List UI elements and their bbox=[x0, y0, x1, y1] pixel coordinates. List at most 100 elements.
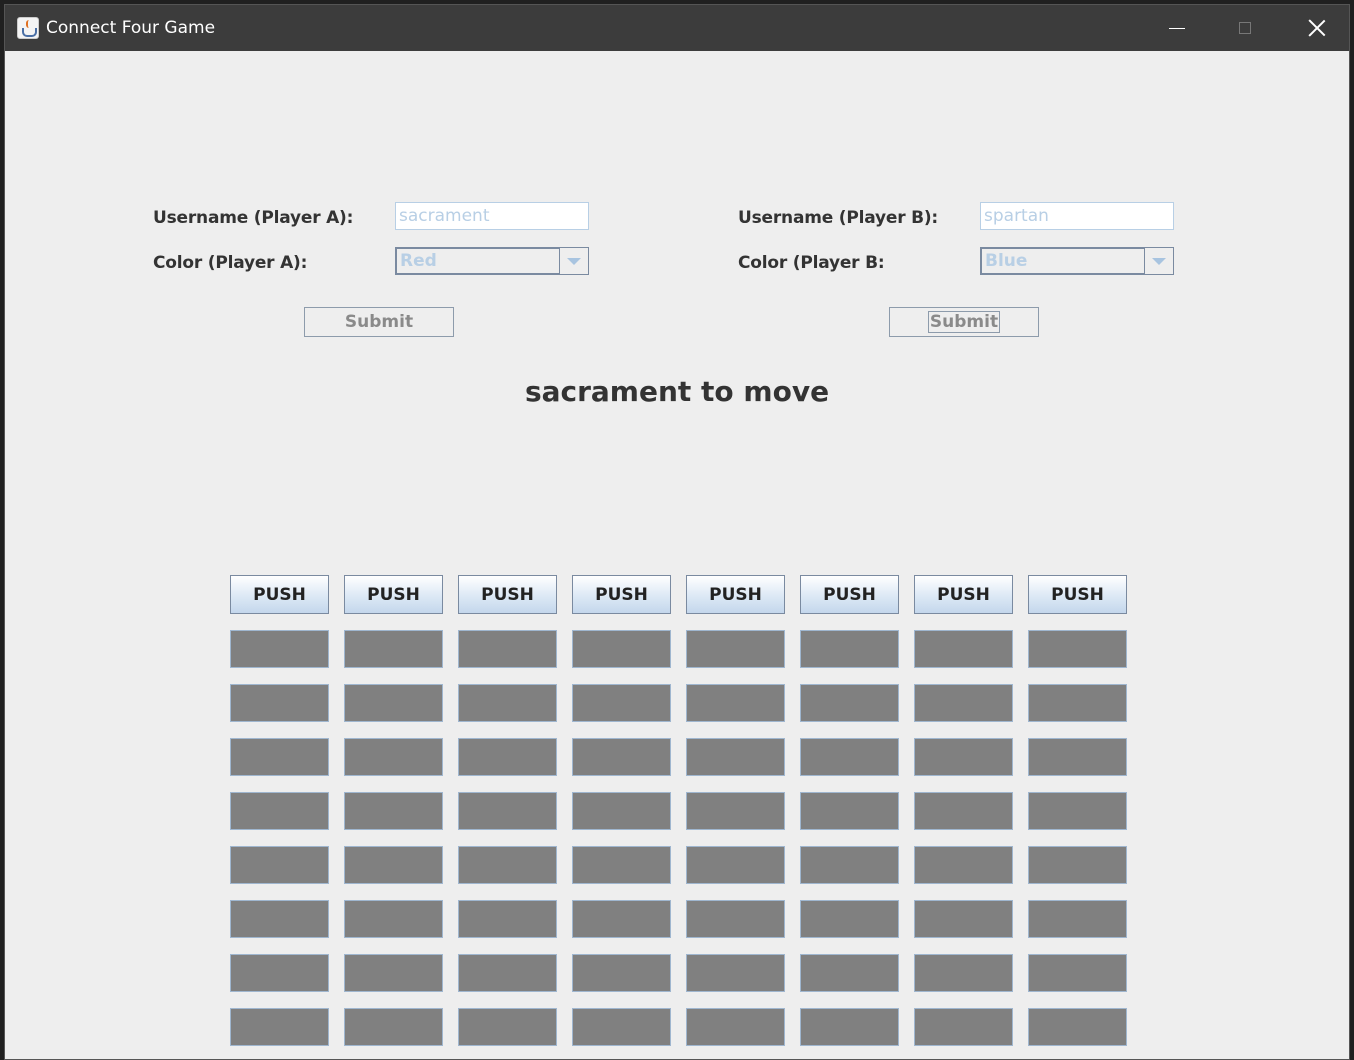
username-b-field[interactable]: spartan bbox=[980, 202, 1174, 230]
board-cell bbox=[686, 630, 785, 668]
color-b-dropdown-button[interactable] bbox=[1145, 248, 1173, 274]
board-cell bbox=[572, 1008, 671, 1046]
board-cell bbox=[686, 900, 785, 938]
username-a-field[interactable]: sacrament bbox=[395, 202, 589, 230]
push-button-col-4[interactable]: PUSH bbox=[572, 575, 671, 614]
color-a-value: Red bbox=[396, 248, 560, 274]
java-cup-icon bbox=[17, 17, 39, 39]
username-a-label: Username (Player A): bbox=[153, 208, 354, 228]
board-cell bbox=[1028, 630, 1127, 668]
submit-b-label: Submit bbox=[927, 311, 1001, 333]
board-cell bbox=[458, 900, 557, 938]
board-cell bbox=[914, 1008, 1013, 1046]
push-button-col-8[interactable]: PUSH bbox=[1028, 575, 1127, 614]
board-cell bbox=[344, 792, 443, 830]
submit-a-label: Submit bbox=[344, 312, 414, 332]
board-cell bbox=[1028, 792, 1127, 830]
close-button[interactable] bbox=[1283, 5, 1349, 51]
color-b-value: Blue bbox=[981, 248, 1145, 274]
minimize-button[interactable] bbox=[1143, 5, 1211, 51]
color-a-select[interactable]: Red bbox=[395, 247, 589, 275]
color-b-select[interactable]: Blue bbox=[980, 247, 1174, 275]
push-button-col-7[interactable]: PUSH bbox=[914, 575, 1013, 614]
board-cell bbox=[800, 792, 899, 830]
board-cell bbox=[800, 630, 899, 668]
board-cell bbox=[458, 954, 557, 992]
board-cell bbox=[344, 900, 443, 938]
board-cell bbox=[914, 630, 1013, 668]
board-cell bbox=[572, 954, 671, 992]
board-cell bbox=[914, 684, 1013, 722]
board-cell bbox=[458, 846, 557, 884]
chevron-down-icon bbox=[567, 257, 581, 265]
board-cell bbox=[686, 846, 785, 884]
submit-a-button[interactable]: Submit bbox=[304, 307, 454, 337]
board-cell bbox=[230, 738, 329, 776]
board-cell bbox=[458, 738, 557, 776]
board-cell bbox=[686, 954, 785, 992]
board-cell bbox=[344, 630, 443, 668]
board-cell bbox=[914, 738, 1013, 776]
board-cell bbox=[344, 954, 443, 992]
turn-status: sacrament to move bbox=[524, 375, 830, 408]
board-cell bbox=[458, 630, 557, 668]
color-b-label: Color (Player B: bbox=[738, 253, 885, 273]
username-b-label: Username (Player B): bbox=[738, 208, 939, 228]
board-cell bbox=[800, 954, 899, 992]
board-cell bbox=[914, 846, 1013, 884]
board-cell bbox=[686, 1008, 785, 1046]
board-cell bbox=[1028, 738, 1127, 776]
board-cell bbox=[344, 738, 443, 776]
board-cell bbox=[572, 792, 671, 830]
push-button-col-1[interactable]: PUSH bbox=[230, 575, 329, 614]
board-cell bbox=[1028, 954, 1127, 992]
window-title: Connect Four Game bbox=[46, 18, 216, 38]
board-cell bbox=[686, 792, 785, 830]
board-cell bbox=[458, 684, 557, 722]
board-cell bbox=[914, 792, 1013, 830]
board-cell bbox=[800, 684, 899, 722]
board-cell bbox=[572, 846, 671, 884]
close-icon bbox=[1308, 19, 1326, 37]
board-cell bbox=[458, 1008, 557, 1046]
board-cell bbox=[458, 792, 557, 830]
maximize-icon bbox=[1239, 22, 1251, 34]
board-cell bbox=[230, 1008, 329, 1046]
board-cell bbox=[344, 684, 443, 722]
board-cell bbox=[344, 1008, 443, 1046]
board-cell bbox=[230, 630, 329, 668]
board-cell bbox=[230, 684, 329, 722]
board-cell bbox=[344, 846, 443, 884]
push-button-col-6[interactable]: PUSH bbox=[800, 575, 899, 614]
board-cell bbox=[914, 900, 1013, 938]
board-cell bbox=[572, 630, 671, 668]
maximize-button[interactable] bbox=[1211, 5, 1279, 51]
chevron-down-icon bbox=[1152, 257, 1166, 265]
submit-b-button[interactable]: Submit bbox=[889, 307, 1039, 337]
board-cell bbox=[230, 846, 329, 884]
board-cell bbox=[572, 684, 671, 722]
push-button-col-2[interactable]: PUSH bbox=[344, 575, 443, 614]
title-bar[interactable]: Connect Four Game bbox=[5, 5, 1349, 51]
board-cell bbox=[1028, 900, 1127, 938]
board-cell bbox=[1028, 1008, 1127, 1046]
main-window: Connect Four Game Username (Player A): s… bbox=[4, 4, 1350, 1060]
board-cell bbox=[1028, 846, 1127, 884]
board-cell bbox=[1028, 684, 1127, 722]
push-button-col-3[interactable]: PUSH bbox=[458, 575, 557, 614]
board-cell bbox=[572, 738, 671, 776]
board-cell bbox=[800, 900, 899, 938]
board-cell bbox=[686, 684, 785, 722]
board-cell bbox=[800, 846, 899, 884]
board-cell bbox=[230, 792, 329, 830]
board-cell bbox=[572, 900, 671, 938]
color-a-dropdown-button[interactable] bbox=[560, 248, 588, 274]
push-button-col-5[interactable]: PUSH bbox=[686, 575, 785, 614]
board-cell bbox=[914, 954, 1013, 992]
minimize-icon bbox=[1169, 27, 1185, 29]
board-cell bbox=[800, 1008, 899, 1046]
board-cell bbox=[800, 738, 899, 776]
color-a-label: Color (Player A): bbox=[153, 253, 308, 273]
board-cell bbox=[230, 900, 329, 938]
board-cell bbox=[230, 954, 329, 992]
